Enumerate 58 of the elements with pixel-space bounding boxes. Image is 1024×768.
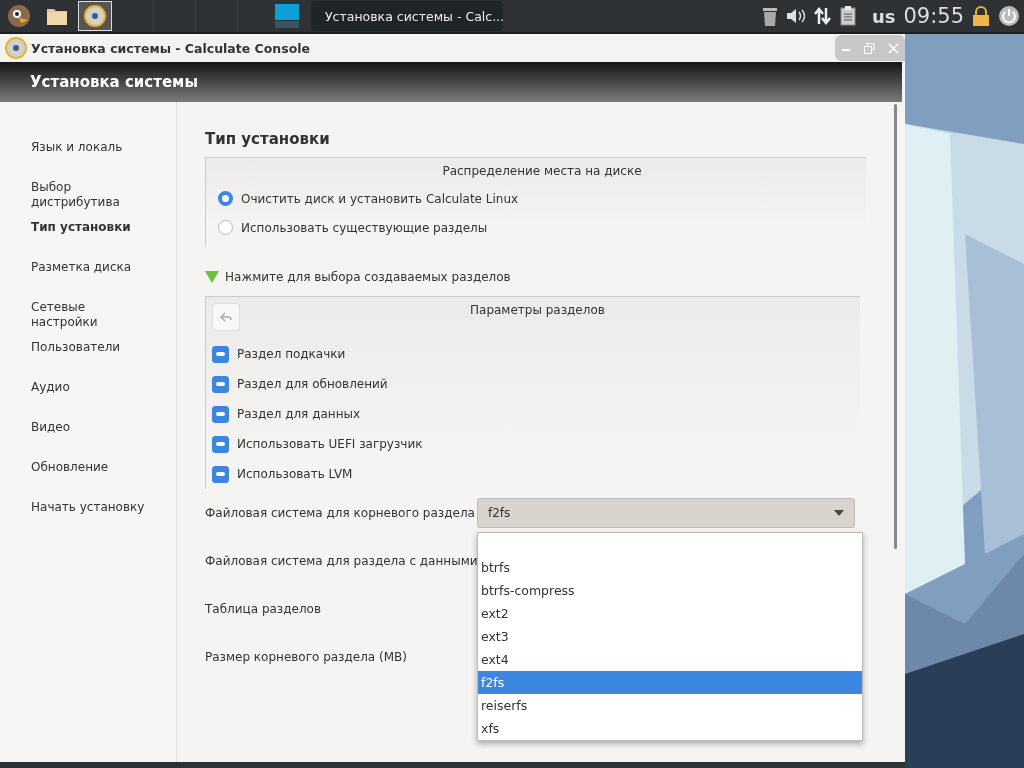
expander-label[interactable]: Нажмите для выбора создаваемых разделов [225, 270, 511, 284]
radio-label: Очистить диск и установить Calculate Linux [241, 191, 519, 206]
sidebar-item[interactable]: Аудио [0, 380, 176, 420]
dropdown-option[interactable]: btrfs-compress [478, 579, 862, 602]
checkbox-label: Использовать UEFI загрузчик [237, 437, 423, 451]
checkbox[interactable] [212, 435, 229, 453]
scrollbar-thumb[interactable] [894, 104, 897, 549]
dropdown-option[interactable]: btrfs [478, 556, 862, 579]
disc-icon[interactable] [84, 5, 106, 27]
network-arrows-icon[interactable] [813, 7, 832, 25]
field-label: Файловая система для раздела с данными [205, 554, 477, 568]
dropdown-option[interactable]: xfs [478, 717, 862, 740]
dropdown-option[interactable]: f2fs [478, 671, 862, 694]
field-label: Файловая система для корневого раздела [205, 506, 476, 520]
sidebar-item[interactable]: Пользователи [0, 340, 176, 380]
checkbox-label: Использовать LVM [237, 467, 353, 481]
keyboard-layout-indicator[interactable]: us [871, 5, 896, 27]
dropdown-option[interactable]: reiserfs [478, 694, 862, 717]
dropdown-option[interactable]: ext3 [478, 625, 862, 648]
radio-button[interactable] [218, 191, 233, 206]
sidebar-item[interactable]: Сетевые настройки [0, 300, 176, 340]
checkbox[interactable] [212, 345, 229, 363]
section-title: Тип установки [205, 130, 331, 148]
caret-icon[interactable] [834, 510, 844, 516]
checkbox[interactable] [212, 465, 229, 483]
clock[interactable]: 09:55 [903, 4, 964, 28]
header-title: Установка системы [30, 73, 198, 91]
checkbox-label: Раздел для данных [237, 407, 361, 421]
window-title: Установка системы - Calculate Console [31, 40, 311, 56]
dropdown-option[interactable]: ext2 [478, 602, 862, 625]
trash-icon[interactable] [761, 6, 778, 26]
lock-icon[interactable] [972, 6, 990, 26]
checkbox[interactable] [212, 375, 229, 393]
task-button[interactable]: Установка системы - Calc... [311, 1, 503, 31]
field-label: Таблица разделов [205, 602, 322, 616]
sidebar-item[interactable]: Обновление [0, 460, 176, 500]
disc-launcher-button[interactable] [78, 1, 112, 31]
checkbox-label: Раздел для обновлений [237, 377, 388, 391]
folder-icon[interactable] [46, 6, 68, 26]
disc-icon [5, 37, 27, 59]
group-title: Распределение места на диске [441, 164, 643, 178]
dropdown-option[interactable]: ext4 [478, 648, 862, 671]
checkbox[interactable] [212, 405, 229, 423]
sidebar-item[interactable]: Начать установку [0, 500, 176, 540]
sidebar-item[interactable]: Выбор дистрибутива [0, 180, 176, 220]
clipboard-icon[interactable] [839, 6, 856, 26]
power-icon[interactable] [998, 5, 1020, 27]
sidebar-item[interactable]: Язык и локаль [0, 140, 176, 180]
radio-button[interactable] [218, 220, 233, 235]
desktop-icon[interactable] [275, 4, 299, 28]
radio-label: Использовать существующие разделы [241, 220, 488, 235]
checkbox-label: Раздел подкачки [237, 347, 346, 361]
sidebar-item[interactable]: Разметка диска [0, 260, 176, 300]
sidebar-item[interactable]: Видео [0, 420, 176, 460]
speaker-icon[interactable] [785, 8, 806, 24]
group-title: Параметры разделов [470, 303, 605, 317]
sidebar-item[interactable]: Тип установки [0, 220, 176, 260]
field-label: Размер корневого раздела (MB) [205, 650, 408, 664]
